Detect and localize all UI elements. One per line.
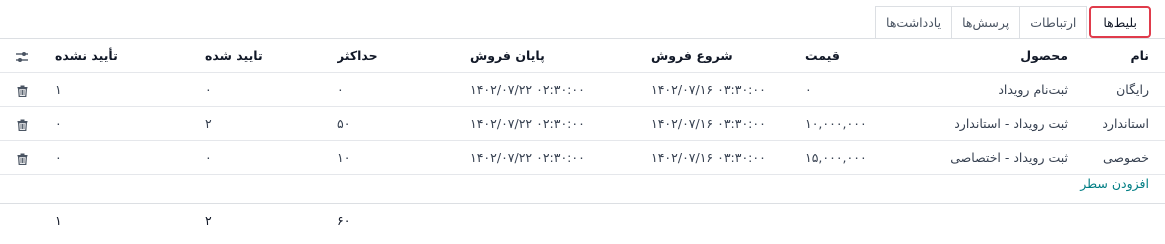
cell-unconfirmed: ۰ bbox=[55, 116, 62, 131]
cell-product: ثبت رویداد - استاندارد bbox=[954, 116, 1068, 131]
header-product[interactable]: محصول bbox=[898, 39, 1068, 72]
tickets-table: نام محصول قیمت شروع فروش پایان فروش حداک… bbox=[0, 39, 1165, 175]
tab-label: ارتباطات bbox=[1030, 15, 1077, 30]
cell-product: ثبت رویداد - اختصاصی bbox=[950, 150, 1068, 165]
totals-row: ۶۰ ۲ ۱ bbox=[0, 204, 1165, 237]
tab-label: بلیط‌ها bbox=[1103, 14, 1137, 30]
cell-confirmed: ۲ bbox=[205, 116, 212, 131]
trash-icon bbox=[17, 119, 27, 131]
cell-price: ۱۰,۰۰۰,۰۰۰ bbox=[805, 116, 867, 131]
header-sale-end[interactable]: پایان فروش bbox=[470, 39, 610, 72]
total-confirmed: ۲ bbox=[205, 213, 212, 228]
cell-sale-start: ۱۴۰۲/۰۷/۱۶ ۰۳:۳۰:۰۰ bbox=[651, 116, 766, 131]
tab-bar: بلیط‌ها ارتباطات پرسش‌ها یادداشت‌ها bbox=[875, 6, 1151, 38]
tab-tickets[interactable]: بلیط‌ها bbox=[1089, 6, 1151, 38]
cell-max: ۵۰ bbox=[337, 116, 351, 131]
sliders-icon bbox=[16, 51, 28, 62]
delete-row-button[interactable] bbox=[10, 141, 34, 174]
cell-confirmed: ۰ bbox=[205, 82, 212, 97]
cell-max: ۱۰ bbox=[337, 150, 351, 165]
cell-confirmed: ۰ bbox=[205, 150, 212, 165]
header-price[interactable]: قیمت bbox=[805, 39, 905, 72]
table-row[interactable]: خصوصی ثبت رویداد - اختصاصی ۱۵,۰۰۰,۰۰۰ ۱۴… bbox=[0, 141, 1165, 175]
trash-icon bbox=[17, 153, 27, 165]
tab-questions[interactable]: پرسش‌ها bbox=[951, 6, 1021, 38]
header-unconfirmed[interactable]: تأیید نشده bbox=[55, 39, 165, 72]
header-confirmed[interactable]: تایید شده bbox=[205, 39, 295, 72]
header-name[interactable]: نام bbox=[1095, 39, 1149, 72]
table-row[interactable]: رایگان ثبت‌نام رویداد ۰ ۱۴۰۲/۰۷/۱۶ ۰۳:۳۰… bbox=[0, 73, 1165, 107]
add-line-link[interactable]: افزودن سطر bbox=[1080, 176, 1149, 191]
delete-row-button[interactable] bbox=[10, 73, 34, 106]
cell-sale-start: ۱۴۰۲/۰۷/۱۶ ۰۳:۳۰:۰۰ bbox=[651, 150, 766, 165]
cell-price: ۰ bbox=[805, 82, 812, 97]
cell-sale-end: ۱۴۰۲/۰۷/۲۲ ۰۲:۳۰:۰۰ bbox=[470, 150, 585, 165]
tab-label: پرسش‌ها bbox=[962, 15, 1010, 30]
header-sale-start[interactable]: شروع فروش bbox=[651, 39, 791, 72]
cell-unconfirmed: ۱ bbox=[55, 82, 62, 97]
cell-product: ثبت‌نام رویداد bbox=[998, 82, 1068, 97]
tab-notes[interactable]: یادداشت‌ها bbox=[875, 6, 953, 38]
table-header-row: نام محصول قیمت شروع فروش پایان فروش حداک… bbox=[0, 39, 1165, 73]
cell-sale-start: ۱۴۰۲/۰۷/۱۶ ۰۳:۳۰:۰۰ bbox=[651, 82, 766, 97]
total-unconfirmed: ۱ bbox=[55, 213, 62, 228]
tab-communication[interactable]: ارتباطات bbox=[1019, 6, 1088, 38]
tab-label: یادداشت‌ها bbox=[886, 15, 942, 30]
cell-max: ۰ bbox=[337, 82, 344, 97]
delete-row-button[interactable] bbox=[10, 107, 34, 140]
cell-price: ۱۵,۰۰۰,۰۰۰ bbox=[805, 150, 867, 165]
table-row[interactable]: استاندارد ثبت رویداد - استاندارد ۱۰,۰۰۰,… bbox=[0, 107, 1165, 141]
cell-name: خصوصی bbox=[1102, 150, 1149, 165]
cell-sale-end: ۱۴۰۲/۰۷/۲۲ ۰۲:۳۰:۰۰ bbox=[470, 82, 585, 97]
cell-name: استاندارد bbox=[1102, 116, 1149, 131]
total-max: ۶۰ bbox=[337, 213, 351, 228]
cell-sale-end: ۱۴۰۲/۰۷/۲۲ ۰۲:۳۰:۰۰ bbox=[470, 116, 585, 131]
optional-columns-button[interactable] bbox=[10, 39, 34, 72]
header-max[interactable]: حداکثر bbox=[337, 39, 427, 72]
cell-unconfirmed: ۰ bbox=[55, 150, 62, 165]
trash-icon bbox=[17, 85, 27, 97]
cell-name: رایگان bbox=[1116, 82, 1149, 97]
